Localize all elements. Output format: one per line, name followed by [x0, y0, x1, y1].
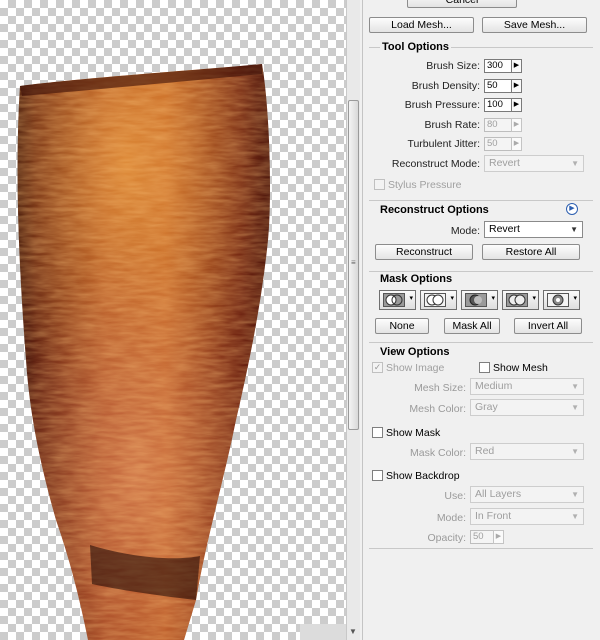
triangle-down-icon: ▼ — [571, 490, 579, 499]
restore-all-button[interactable]: Restore All — [482, 244, 580, 260]
brush-rate-stepper[interactable]: ▶ — [511, 118, 522, 132]
mask-intersect-button[interactable]: ▾ — [502, 290, 539, 310]
reconstruct-mode-label: Reconstruct Mode: — [391, 158, 480, 170]
backdrop-use-value: All Layers — [475, 488, 522, 500]
scroll-grip-icon: ≡ — [351, 258, 356, 267]
cancel-button[interactable]: Cancel — [407, 0, 517, 8]
backdrop-mode-select[interactable]: In Front ▼ — [470, 508, 584, 525]
mask-color-select[interactable]: Red ▼ — [470, 443, 584, 460]
load-mesh-button[interactable]: Load Mesh... — [369, 17, 474, 33]
backdrop-mode-label: Mode: — [436, 512, 466, 524]
reconstruct-mode-dropdown-value: Revert — [489, 223, 520, 235]
backdrop-mode-value: In Front — [475, 510, 512, 522]
show-image-checkbox[interactable]: ✓ — [372, 362, 383, 373]
reconstruct-mode-value: Revert — [489, 157, 520, 169]
view-options-divider — [369, 342, 593, 343]
triangle-down-icon: ▼ — [571, 159, 579, 168]
canvas-area[interactable] — [0, 0, 346, 640]
turbulent-jitter-stepper[interactable]: ▶ — [511, 137, 522, 151]
mask-invert-icon — [547, 293, 569, 307]
mask-options-title: Mask Options — [380, 273, 453, 285]
reconstruct-options-title: Reconstruct Options — [380, 204, 489, 216]
mesh-color-value: Gray — [475, 401, 498, 413]
show-mesh-checkbox[interactable] — [479, 362, 490, 373]
brush-pressure-stepper[interactable]: ▶ — [511, 98, 522, 112]
reconstruct-mode-dropdown[interactable]: Revert ▼ — [484, 221, 583, 238]
mask-invert-button[interactable]: ▾ — [543, 290, 580, 310]
mesh-size-select[interactable]: Medium ▼ — [470, 378, 584, 395]
reconstruct-mode-select[interactable]: Revert ▼ — [484, 155, 584, 172]
scroll-down-arrow-icon[interactable]: ▼ — [349, 627, 357, 636]
mask-add-icon — [424, 293, 446, 307]
stylus-pressure-label: Stylus Pressure — [388, 179, 462, 191]
mask-add-button[interactable]: ▾ — [420, 290, 457, 310]
backdrop-use-label: Use: — [444, 490, 466, 502]
brush-density-stepper[interactable]: ▶ — [511, 79, 522, 93]
brush-density-label: Brush Density: — [411, 80, 480, 92]
mesh-size-value: Medium — [475, 380, 513, 392]
mask-color-label: Mask Color: — [409, 447, 466, 459]
backdrop-opacity-stepper[interactable]: ▶ — [493, 530, 504, 544]
triangle-down-icon: ▾ — [409, 295, 413, 302]
mask-color-value: Red — [475, 445, 495, 457]
triangle-down-icon: ▼ — [571, 512, 579, 521]
mask-intersect-icon — [506, 293, 528, 307]
backdrop-use-select[interactable]: All Layers ▼ — [470, 486, 584, 503]
triangle-down-icon: ▼ — [570, 225, 578, 234]
panel-bottom-divider — [369, 548, 593, 549]
triangle-down-icon: ▼ — [571, 382, 579, 391]
triangle-down-icon: ▼ — [571, 403, 579, 412]
mask-subtract-icon — [465, 293, 487, 307]
show-backdrop-label: Show Backdrop — [386, 470, 460, 482]
mesh-color-select[interactable]: Gray ▼ — [470, 399, 584, 416]
triangle-down-icon: ▾ — [491, 295, 495, 302]
mask-subtract-button[interactable]: ▾ — [461, 290, 498, 310]
horizontal-scroll-corner — [300, 624, 346, 640]
backdrop-opacity-label: Opacity: — [427, 532, 466, 544]
mask-replace-icon — [383, 293, 405, 307]
reconstruct-options-divider — [369, 200, 593, 201]
brush-size-stepper[interactable]: ▶ — [511, 59, 522, 73]
brush-pressure-label: Brush Pressure: — [404, 99, 480, 111]
triangle-down-icon: ▾ — [450, 295, 454, 302]
liquify-options-panel: Cancel Load Mesh... Save Mesh... Tool Op… — [362, 0, 600, 640]
view-options-title: View Options — [380, 346, 450, 358]
mask-options-divider — [369, 271, 593, 272]
triangle-down-icon: ▾ — [532, 295, 536, 302]
save-mesh-button[interactable]: Save Mesh... — [482, 17, 587, 33]
backdrop-opacity-input[interactable]: 50 — [470, 530, 494, 544]
reconstruct-mode-label-2: Mode: — [450, 225, 480, 237]
stylus-pressure-checkbox[interactable] — [374, 179, 385, 190]
turbulent-jitter-label: Turbulent Jitter: — [407, 138, 480, 150]
brush-rate-label: Brush Rate: — [424, 119, 480, 131]
brush-size-label: Brush Size: — [426, 60, 480, 72]
scrollbar-thumb[interactable]: ≡ — [348, 100, 359, 430]
show-backdrop-checkbox[interactable] — [372, 470, 383, 481]
mask-none-button[interactable]: None — [375, 318, 429, 334]
triangle-down-icon: ▾ — [573, 295, 577, 302]
liquified-object-image — [17, 64, 270, 640]
reconstruct-button[interactable]: Reconstruct — [375, 244, 473, 260]
triangle-down-icon: ▼ — [571, 447, 579, 456]
show-mesh-label: Show Mesh — [493, 362, 548, 374]
tool-options-title: Tool Options — [380, 41, 452, 53]
mesh-size-label: Mesh Size: — [414, 382, 466, 394]
mesh-color-label: Mesh Color: — [409, 403, 466, 415]
mask-all-button[interactable]: Mask All — [444, 318, 500, 334]
brush-pressure-input[interactable]: 100 — [484, 98, 512, 112]
turbulent-jitter-input[interactable]: 50 — [484, 137, 512, 151]
brush-density-input[interactable]: 50 — [484, 79, 512, 93]
brush-rate-input[interactable]: 80 — [484, 118, 512, 132]
show-image-label: Show Image — [386, 362, 445, 374]
invert-all-button[interactable]: Invert All — [514, 318, 582, 334]
info-circle-icon[interactable]: ▶ — [566, 203, 578, 215]
mask-replace-button[interactable]: ▾ — [379, 290, 416, 310]
show-mask-label: Show Mask — [386, 427, 441, 439]
brush-size-input[interactable]: 300 — [484, 59, 512, 73]
vertical-scrollbar[interactable]: ≡ ▼ — [346, 0, 360, 640]
show-mask-checkbox[interactable] — [372, 427, 383, 438]
